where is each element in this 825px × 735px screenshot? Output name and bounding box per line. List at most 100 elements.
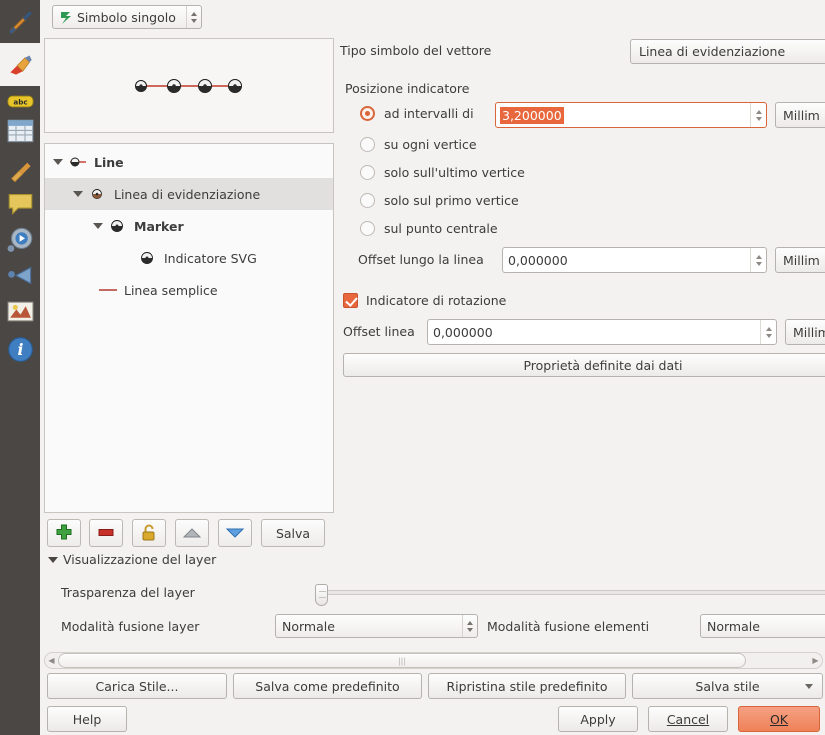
layer-blend-mode-combobox[interactable]: Normale [275, 614, 478, 638]
sidebar-item-metadata[interactable]: i [0, 328, 40, 371]
checkbox-indicator[interactable] [343, 293, 358, 308]
ok-button[interactable]: OK [738, 706, 820, 732]
move-up-button[interactable] [175, 519, 209, 547]
symbol-layer-tree[interactable]: Line Linea di evidenziazione Marker Indi… [44, 143, 334, 513]
radio-sul-punto-centrale[interactable]: sul punto centrale [360, 221, 498, 236]
interval-spinbox[interactable]: 3,200000 [495, 102, 767, 128]
layer-blend-mode-stepper[interactable] [462, 615, 477, 637]
radio-indicator[interactable] [360, 193, 375, 208]
lock-layer-colors-button[interactable] [132, 519, 166, 547]
style-panel: Simbolo singolo Line Linea di evidenziaz… [40, 0, 825, 735]
rotate-marker-label: Indicatore di rotazione [366, 293, 507, 308]
apply-label: Apply [580, 711, 616, 727]
feature-blend-mode-value: Normale [707, 618, 760, 634]
radio-ad-intervalli-di[interactable]: ad intervalli di [360, 106, 474, 121]
line-offset-label: Offset linea [343, 324, 415, 339]
chevron-down-icon[interactable] [805, 683, 813, 689]
offset-along-line-spinbox[interactable]: 0,000000 [502, 247, 767, 273]
load-style-label: Carica Stile... [95, 678, 179, 694]
chevron-down-icon[interactable] [53, 159, 63, 165]
layer-blend-mode-value: Normale [282, 618, 335, 634]
scroll-right-arrow-icon[interactable]: ▶ [809, 656, 822, 665]
speech-balloon-icon [8, 193, 32, 215]
radio-su-ogni-vertice[interactable]: su ogni vertice [360, 137, 477, 152]
lock-icon [142, 524, 155, 541]
chevron-down-icon[interactable] [48, 556, 58, 563]
marker-svg-icon [111, 220, 123, 232]
feature-blend-mode-combobox[interactable]: Normale [700, 614, 825, 638]
hashline-icon [92, 189, 102, 199]
rotate-marker-checkbox[interactable]: Indicatore di rotazione [343, 293, 506, 308]
diagram-image-icon [7, 301, 33, 322]
radio-indicator[interactable] [360, 137, 375, 152]
chevron-down-icon[interactable] [93, 223, 103, 229]
save-symbol-button[interactable]: Salva [261, 519, 325, 547]
line-offset-unit-combobox[interactable]: Millim [785, 319, 825, 345]
scroll-left-arrow-icon[interactable]: ◀ [45, 656, 58, 665]
horizontal-scrollbar[interactable]: ◀ ▶ [44, 652, 823, 669]
gear-play-icon [7, 227, 32, 252]
remove-symbol-layer-button[interactable] [89, 519, 123, 547]
help-button[interactable]: Help [47, 706, 127, 732]
scrollbar-track[interactable] [58, 653, 809, 668]
interval-unit-combobox[interactable]: Millim [775, 102, 825, 128]
restore-default-style-label: Ripristina stile predefinito [446, 678, 608, 694]
line-offset-spinbox[interactable]: 0,000000 [427, 319, 777, 345]
radio-indicator[interactable] [360, 221, 375, 236]
offset-along-line-unit-combobox[interactable]: Millim [775, 247, 825, 273]
ok-label: OK [769, 711, 789, 727]
radio-indicator[interactable] [360, 106, 375, 121]
layer-rendering-section-header[interactable]: Visualizzazione del layer [48, 552, 216, 567]
marker-position-label: Posizione indicatore [345, 81, 470, 96]
offset-along-line-unit-value: Millim [783, 252, 820, 268]
paintbrush-icon [9, 55, 32, 75]
layer-blend-mode-label: Modalità fusione layer [61, 619, 200, 634]
renderer-type-stepper[interactable] [186, 6, 201, 28]
add-symbol-layer-button[interactable] [47, 519, 81, 547]
layer-transparency-slider[interactable] [315, 584, 825, 606]
slider-groove [315, 590, 825, 595]
minus-icon [98, 529, 114, 536]
save-style-label: Salva stile [695, 678, 760, 694]
tree-node-line[interactable]: Line [45, 146, 333, 178]
offset-along-line-stepper[interactable] [750, 248, 766, 272]
radio-indicator[interactable] [360, 165, 375, 180]
chevron-down-icon[interactable] [73, 191, 83, 197]
interval-stepper[interactable] [750, 103, 766, 127]
svg-text:abc: abc [13, 98, 27, 107]
symbol-type-value: Linea di evidenziazione [639, 44, 786, 59]
renderer-type-combobox[interactable]: Simbolo singolo [52, 5, 202, 29]
save-as-default-button[interactable]: Salva come predefinito [233, 673, 422, 699]
line-offset-stepper[interactable] [760, 320, 776, 344]
broom-icon [10, 162, 31, 183]
radio-solo-sul-primo-vertice[interactable]: solo sul primo vertice [360, 193, 519, 208]
symbol-preview-graphic [135, 78, 242, 93]
offset-along-line-value: 0,000000 [508, 252, 568, 268]
symbol-type-value-combobox[interactable]: Linea di evidenziazione [630, 39, 825, 64]
scrollbar-thumb[interactable] [58, 653, 746, 668]
line-symbol-icon [70, 157, 86, 167]
load-style-button[interactable]: Carica Stile... [47, 673, 227, 699]
sidebar-item-general-properties[interactable] [0, 0, 40, 43]
radio-solo-sull-ultimo-vertice[interactable]: solo sull'ultimo vertice [360, 165, 525, 180]
restore-default-style-button[interactable]: Ripristina stile predefinito [428, 673, 626, 699]
cancel-label: Cancel [666, 711, 710, 727]
apply-button[interactable]: Apply [558, 706, 638, 732]
tree-node-linea-semplice[interactable]: Linea semplice [45, 274, 333, 306]
move-down-button[interactable] [218, 519, 252, 547]
interval-value: 3,200000 [500, 106, 564, 124]
marker-svg-icon [141, 252, 153, 264]
save-symbol-label: Salva [275, 525, 311, 541]
tree-node-linea-di-evidenziazione[interactable]: Linea di evidenziazione [45, 178, 333, 210]
slider-handle[interactable] [315, 584, 328, 606]
tree-node-marker[interactable]: Marker [45, 210, 333, 242]
interval-unit-value: Millim [783, 107, 820, 123]
save-style-dropdown-button[interactable]: Salva stile [632, 673, 823, 699]
sidebar-item-diagrams[interactable] [0, 290, 40, 333]
single-symbol-icon [61, 12, 71, 24]
tree-node-indicatore-svg[interactable]: Indicatore SVG [45, 242, 333, 274]
sidebar-item-fields[interactable] [0, 110, 40, 153]
cancel-button[interactable]: Cancel [648, 706, 728, 732]
data-defined-properties-button[interactable]: Proprietà definite dai dati [343, 353, 825, 377]
tree-node-label: Linea semplice [124, 282, 218, 298]
